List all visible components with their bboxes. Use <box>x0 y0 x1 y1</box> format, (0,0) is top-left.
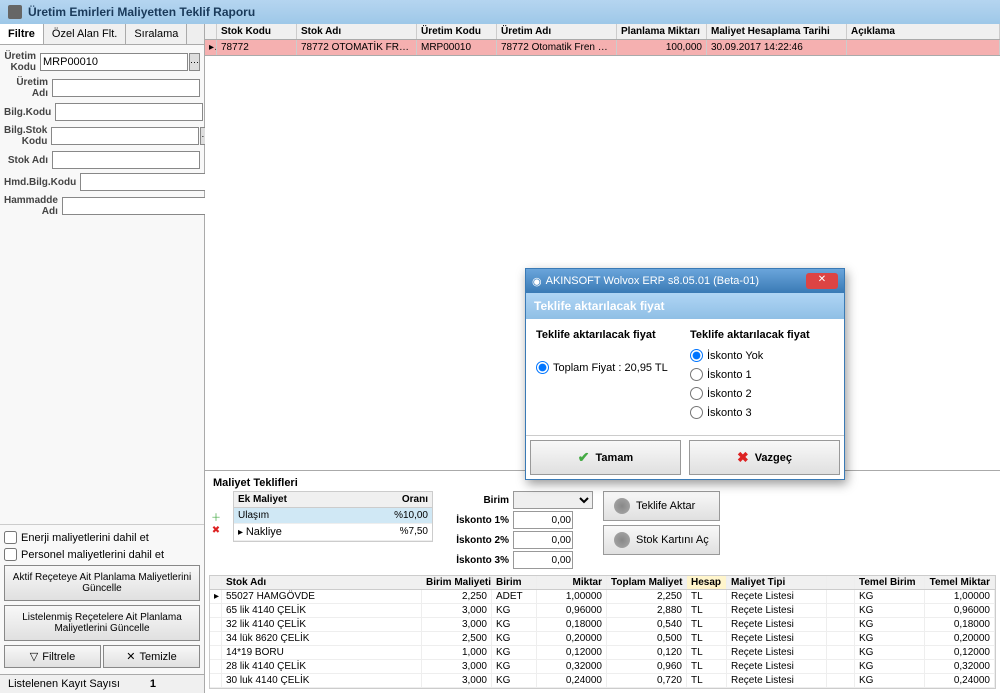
isk1-label: İskonto 1% <box>443 515 513 526</box>
dialog-app-title: AKINSOFT Wolvox ERP s8.05.01 (Beta-01) <box>546 275 759 287</box>
dialog-close-button[interactable]: ✕ <box>806 273 838 289</box>
detail-row[interactable]: ▸ 55027 HAMGÖVDE 2,250 ADET 1,00000 2,25… <box>210 590 995 604</box>
clear-icon: ✕ <box>126 650 135 663</box>
close-icon: ✖ <box>737 449 749 466</box>
gear-icon <box>614 498 630 514</box>
input-uretim-kodu[interactable] <box>40 53 188 71</box>
col-uretim-adi[interactable]: Üretim Adı <box>497 24 617 39</box>
label-bilg-kodu: Bilg.Kodu <box>4 107 55 118</box>
detail-row[interactable]: 28 lik 4140 ÇELİK 3,000 KG 0,32000 0,960… <box>210 660 995 674</box>
detail-row[interactable]: 34 lük 8620 ÇELİK 2,500 KG 0,20000 0,500… <box>210 632 995 646</box>
label-uretim-kodu: Üretim Kodu <box>4 51 40 73</box>
detail-row[interactable]: 65 lik 4140 ÇELİK 3,000 KG 0,96000 2,880… <box>210 604 995 618</box>
left-tabs: Filtre Özel Alan Flt. Sıralama <box>0 24 204 45</box>
col-tarih[interactable]: Maliyet Hesaplama Tarihi <box>707 24 847 39</box>
radio-iskonto-2[interactable] <box>690 387 703 400</box>
input-uretim-adi[interactable] <box>52 79 200 97</box>
btn-stok-karti-ac[interactable]: Stok Kartını Aç <box>603 525 720 555</box>
tab-filtre[interactable]: Filtre <box>0 24 44 44</box>
birim-select[interactable] <box>513 491 593 509</box>
btn-listelenmis[interactable]: Listelenmiş Reçetelere Ait Planlama Mali… <box>4 605 200 641</box>
chk-enerji[interactable] <box>4 531 17 544</box>
isk2-label: İskonto 2% <box>443 535 513 546</box>
detail-row[interactable]: 14*19 BORU 1,000 KG 0,12000 0,120 TL Reç… <box>210 646 995 660</box>
input-hammadde-adi[interactable] <box>62 197 210 215</box>
grid-row[interactable]: 78772 78772 OTOMATİK FREN CIRC MRP00010 … <box>205 40 1000 55</box>
tab-siralama[interactable]: Sıralama <box>126 24 187 44</box>
delete-row-icon[interactable]: ✖ <box>209 525 223 539</box>
isk3-label: İskonto 3% <box>443 555 513 566</box>
radio-iskonto-3[interactable] <box>690 406 703 419</box>
detail-grid[interactable]: Stok Adı Birim Maliyeti Birim Miktar Top… <box>209 575 996 689</box>
col-stok-kodu[interactable]: Stok Kodu <box>217 24 297 39</box>
dialog-left-header: Teklife aktarılacak fiyat <box>536 329 680 341</box>
titlebar: Üretim Emirleri Maliyetten Teklif Raporu <box>0 0 1000 24</box>
label-uretim-adi: Üretim Adı <box>4 77 52 99</box>
input-bilg-kodu[interactable] <box>55 103 203 121</box>
check-icon: ✔ <box>578 449 590 466</box>
toplam-fiyat-label: Toplam Fiyat : 20,95 TL <box>553 362 668 374</box>
label-stok-adi: Stok Adı <box>4 155 52 166</box>
lbl-enerji: Enerji maliyetlerini dahil et <box>21 532 149 544</box>
input-stok-adi[interactable] <box>52 151 200 169</box>
btn-filtrele[interactable]: ▽Filtrele <box>4 645 101 668</box>
dialog-right-header: Teklife aktarılacak fiyat <box>690 329 834 341</box>
dialog-ok-button[interactable]: ✔Tamam <box>530 440 681 475</box>
input-bilg-stok-kodu[interactable] <box>51 127 199 145</box>
top-grid[interactable]: Stok Kodu Stok Adı Üretim Kodu Üretim Ad… <box>205 24 1000 56</box>
col-stok-adi[interactable]: Stok Adı <box>297 24 417 39</box>
dialog-header: Teklife aktarılacak fiyat <box>526 293 844 319</box>
status-label: Listelenen Kayıt Sayısı <box>8 678 120 690</box>
detail-row[interactable]: 32 lik 4140 ÇELİK 3,000 KG 0,18000 0,540… <box>210 618 995 632</box>
isk1-input[interactable] <box>513 511 573 529</box>
col-uretim-kodu[interactable]: Üretim Kodu <box>417 24 497 39</box>
radio-iskonto-yok[interactable] <box>690 349 703 362</box>
col-planlama[interactable]: Planlama Miktarı <box>617 24 707 39</box>
btn-teklife-aktar[interactable]: Teklife Aktar <box>603 491 720 521</box>
cost-table[interactable]: Ek MaliyetOranı Ulaşım%10,00 ▸ Nakliye%7… <box>233 491 433 542</box>
btn-aktif-recete[interactable]: Aktif Reçeteye Ait Planlama Maliyetlerin… <box>4 565 200 601</box>
radio-iskonto-1[interactable] <box>690 368 703 381</box>
isk3-input[interactable] <box>513 551 573 569</box>
detail-row[interactable]: 30 luk 4140 ÇELİK 3,000 KG 0,24000 0,720… <box>210 674 995 688</box>
label-hmd-bilg-kodu: Hmd.Bilg.Kodu <box>4 177 80 188</box>
lookup-uretim-kodu[interactable]: ⋯ <box>189 53 200 71</box>
isk2-input[interactable] <box>513 531 573 549</box>
status-value: 1 <box>150 678 156 690</box>
gear-icon <box>614 532 630 548</box>
chk-personel[interactable] <box>4 548 17 561</box>
app-icon <box>8 5 22 19</box>
lbl-personel: Personel maliyetlerini dahil et <box>21 549 164 561</box>
filter-icon: ▽ <box>30 650 38 663</box>
btn-temizle[interactable]: ✕Temizle <box>103 645 200 668</box>
label-hammadde-adi: Hammadde Adı <box>4 195 62 217</box>
radio-toplam-fiyat[interactable] <box>536 361 549 374</box>
col-aciklama[interactable]: Açıklama <box>847 24 1000 39</box>
teklife-dialog: ◉AKINSOFT Wolvox ERP s8.05.01 (Beta-01) … <box>525 268 845 480</box>
dialog-app-icon: ◉ <box>532 275 542 288</box>
birim-label: Birim <box>443 495 513 506</box>
dialog-cancel-button[interactable]: ✖Vazgeç <box>689 440 840 475</box>
label-bilg-stok-kodu: Bilg.Stok Kodu <box>4 125 51 147</box>
tab-ozel-alan[interactable]: Özel Alan Flt. <box>44 24 126 44</box>
window-title: Üretim Emirleri Maliyetten Teklif Raporu <box>28 5 255 19</box>
add-row-icon[interactable]: ＋ <box>209 509 223 523</box>
